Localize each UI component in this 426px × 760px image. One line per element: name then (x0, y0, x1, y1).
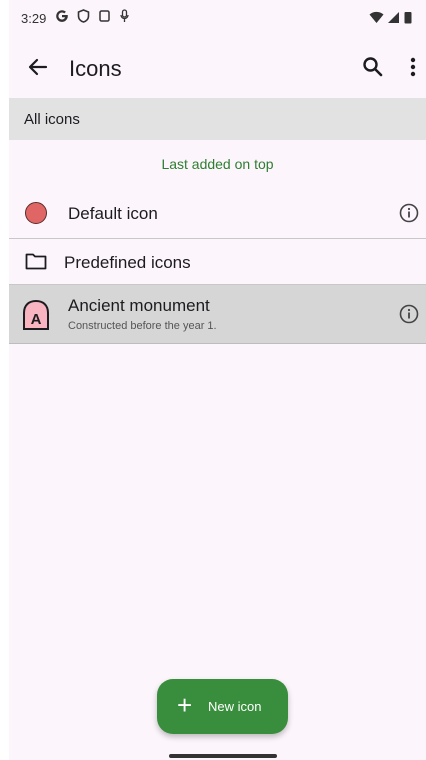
svg-text:A: A (31, 311, 42, 328)
info-icon[interactable] (399, 203, 419, 223)
clipboard-icon (99, 10, 110, 22)
arrow-left-icon[interactable] (23, 52, 53, 82)
shield-icon (77, 9, 90, 23)
list-item-subtitle: Constructed before the year 1. (68, 320, 217, 332)
status-bar: 3:29 (9, 0, 426, 38)
status-notification-icons (55, 9, 130, 23)
list-item-predefined-icons[interactable]: Predefined icons (9, 239, 426, 285)
sort-order-label[interactable]: Last added on top (9, 156, 426, 172)
new-icon-button-label: New icon (208, 699, 262, 714)
wifi-icon (369, 11, 384, 23)
battery-icon (404, 12, 412, 24)
app-bar: Icons (9, 38, 426, 96)
signal-icon (388, 12, 399, 23)
more-vert-icon[interactable] (401, 53, 425, 81)
status-system-icons (369, 11, 412, 24)
list-item-label: Default icon (68, 204, 158, 223)
new-icon-button[interactable]: + New icon (157, 679, 288, 734)
section-header: All icons (9, 98, 426, 140)
plus-icon: + (177, 690, 193, 720)
list-item-ancient-monument[interactable]: A Ancient monument Constructed before th… (9, 285, 426, 344)
app-screen: 3:29 Icons All icons Last added on top D… (9, 0, 426, 760)
google-g-icon (56, 10, 68, 22)
gesture-nav-handle[interactable] (169, 754, 277, 758)
folder-icon (25, 253, 47, 270)
list-item-default-icon[interactable]: Default icon (9, 190, 426, 239)
mic-icon (120, 9, 129, 22)
search-icon[interactable] (359, 53, 387, 81)
status-time: 3:29 (21, 11, 47, 26)
monument-a-icon: A (23, 299, 49, 330)
list-item-label: Ancient monument (68, 296, 210, 315)
section-header-label: All icons (24, 111, 80, 128)
page-title: Icons (69, 56, 122, 81)
red-circle-icon (25, 202, 47, 224)
info-icon[interactable] (399, 304, 419, 324)
list-item-label: Predefined icons (64, 253, 191, 272)
